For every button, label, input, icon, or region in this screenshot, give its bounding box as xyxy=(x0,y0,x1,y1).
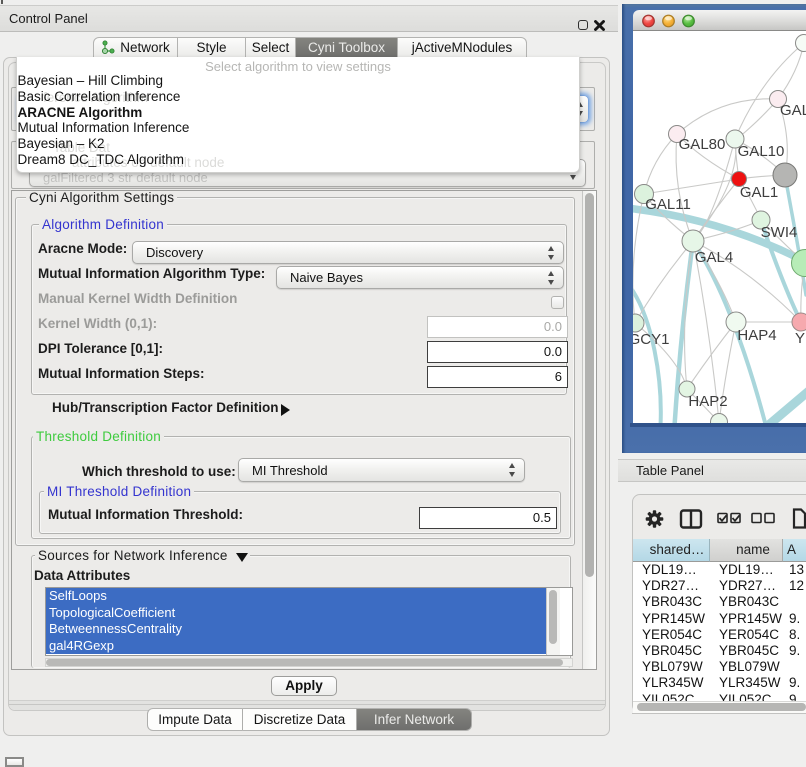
svg-text:GAL7: GAL7 xyxy=(780,102,806,119)
svg-text:GAL11: GAL11 xyxy=(645,196,691,213)
svg-text:GCY1: GCY1 xyxy=(633,331,669,348)
svg-text:GAL10: GAL10 xyxy=(738,143,785,160)
svg-text:YM: YM xyxy=(795,330,806,347)
svg-text:HAP4: HAP4 xyxy=(737,327,776,344)
svg-text:HAP2: HAP2 xyxy=(688,393,727,410)
svg-text:SWI4: SWI4 xyxy=(761,224,798,241)
svg-text:GAL1: GAL1 xyxy=(740,184,778,201)
svg-text:GAL4: GAL4 xyxy=(695,249,733,266)
svg-text:GAL80: GAL80 xyxy=(679,136,726,153)
